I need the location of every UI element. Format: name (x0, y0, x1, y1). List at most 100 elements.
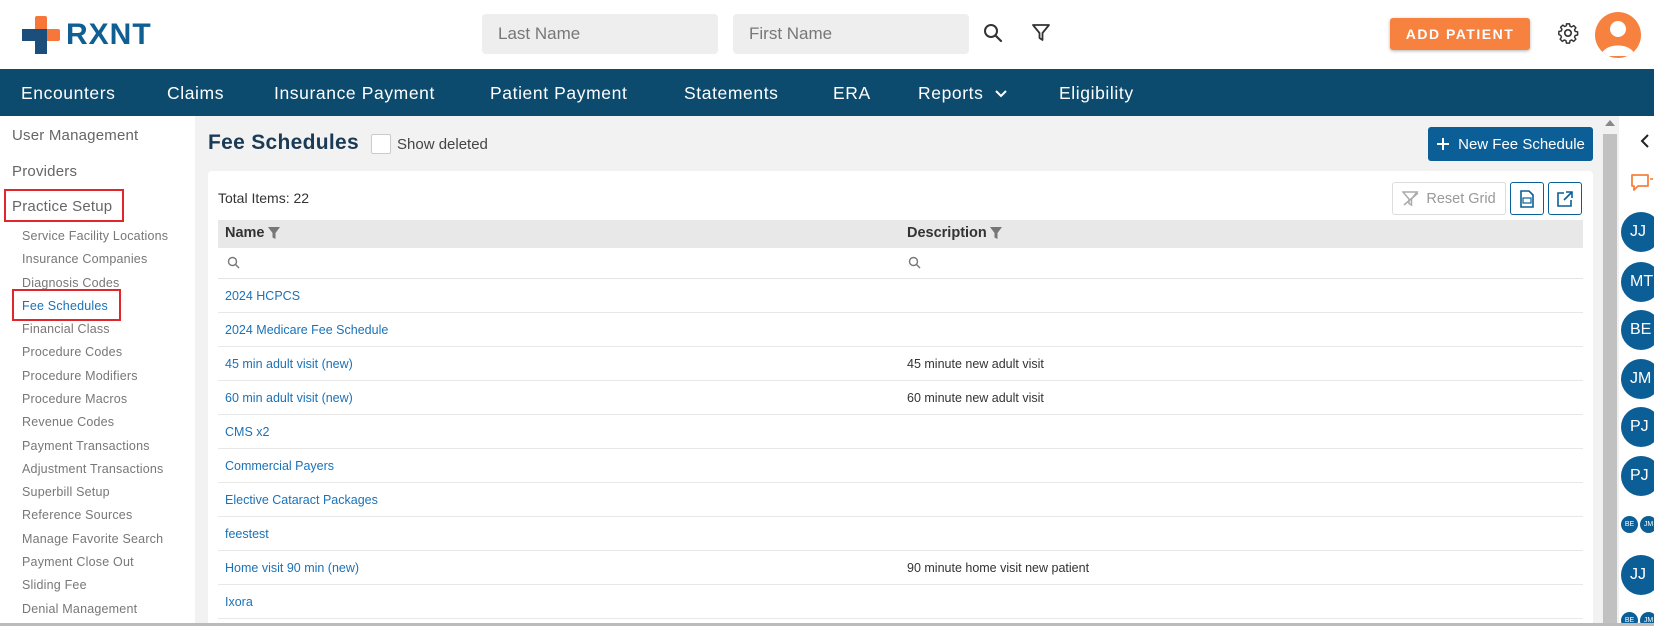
sidebar-item-fee-schedules[interactable]: Fee Schedules (22, 299, 108, 313)
main-nav: Encounters Claims Insurance Payment Pati… (0, 69, 1654, 116)
search-icon[interactable] (980, 20, 1006, 46)
table-row[interactable]: Elective Cataract Packages (218, 483, 1583, 517)
column-name-label: Name (225, 225, 265, 241)
page-title: Fee Schedules (208, 131, 359, 154)
table-row[interactable]: 60 min adult visit (new) 60 minute new ad… (218, 381, 1583, 415)
reset-grid-label: Reset Grid (1426, 190, 1496, 207)
sidebar-item-user-management[interactable]: User Management (12, 127, 138, 144)
rail-avatar[interactable]: MT (1621, 262, 1654, 302)
export-button[interactable] (1548, 182, 1582, 215)
nav-patient-payment[interactable]: Patient Payment (490, 83, 627, 104)
scroll-thumb[interactable] (1603, 134, 1617, 624)
sidebar-item-procedure-modifiers[interactable]: Procedure Modifiers (22, 369, 138, 383)
row-name-link[interactable]: 45 min adult visit (new) (225, 357, 353, 371)
sidebar-item-payment-close-out[interactable]: Payment Close Out (22, 555, 134, 569)
pdf-icon (1520, 189, 1534, 208)
sidebar-item-diagnosis-codes[interactable]: Diagnosis Codes (22, 276, 120, 290)
nav-eligibility[interactable]: Eligibility (1059, 83, 1134, 104)
row-name-link[interactable]: Home visit 90 min (new) (225, 561, 359, 575)
rail-avatar[interactable]: JM (1621, 359, 1654, 399)
nav-era[interactable]: ERA (833, 83, 871, 104)
chat-icon[interactable] (1630, 173, 1654, 195)
rail-avatar-small[interactable]: BE (1621, 516, 1638, 533)
table-row[interactable]: Home visit 90 min (new) 90 minute home vi… (218, 551, 1583, 585)
last-name-input[interactable] (482, 14, 718, 54)
sidebar-item-adjustment-transactions[interactable]: Adjustment Transactions (22, 462, 163, 476)
sidebar-item-superbill-setup[interactable]: Superbill Setup (22, 485, 110, 499)
user-avatar[interactable] (1595, 12, 1641, 58)
sidebar-item-procedure-macros[interactable]: Procedure Macros (22, 392, 127, 406)
fee-schedules-grid: Name Description 2024 HCPCS 2024 Medicar… (218, 220, 1583, 619)
logo-text: RXNT (66, 18, 152, 51)
nav-reports-label: Reports (918, 83, 984, 103)
sidebar-item-practice-setup[interactable]: Practice Setup (12, 198, 112, 215)
rail-avatar-small[interactable]: JM (1640, 516, 1654, 533)
filter-icon[interactable] (989, 226, 1003, 240)
table-row[interactable]: 45 min adult visit (new) 45 minute new ad… (218, 347, 1583, 381)
sidebar-item-manage-favorite-search[interactable]: Manage Favorite Search (22, 532, 163, 546)
row-description: 90 minute home visit new patient (907, 561, 1090, 575)
rail-avatar[interactable]: JJ (1621, 212, 1654, 252)
column-description-label: Description (907, 225, 987, 241)
rail-avatar[interactable]: PJ (1621, 407, 1654, 447)
sidebar-item-reference-sources[interactable]: Reference Sources (22, 508, 132, 522)
sidebar-item-denial-management[interactable]: Denial Management (22, 602, 137, 616)
filter-clear-icon (1402, 190, 1419, 206)
table-row[interactable]: Ixora (218, 585, 1583, 619)
show-deleted-checkbox[interactable] (371, 134, 391, 154)
add-patient-button[interactable]: ADD PATIENT (1390, 18, 1530, 50)
row-name-link[interactable]: 60 min adult visit (new) (225, 391, 353, 405)
table-row[interactable]: CMS x2 (218, 415, 1583, 449)
row-name-link[interactable]: feestest (225, 527, 269, 541)
app-header: RXNT ADD PATIENT (0, 0, 1654, 69)
sidebar-item-revenue-codes[interactable]: Revenue Codes (22, 415, 114, 429)
row-name-link[interactable]: CMS x2 (225, 425, 269, 439)
gear-icon[interactable] (1555, 20, 1581, 46)
filter-icon[interactable] (267, 226, 281, 240)
show-deleted-label[interactable]: Show deleted (397, 136, 488, 153)
nav-encounters[interactable]: Encounters (21, 83, 116, 104)
scroll-up-arrow-icon[interactable] (1605, 120, 1615, 126)
row-name-link[interactable]: 2024 Medicare Fee Schedule (225, 323, 388, 337)
chevron-down-icon (995, 89, 1008, 97)
rail-avatar[interactable]: PJ (1621, 456, 1654, 496)
export-pdf-button[interactable] (1510, 182, 1544, 215)
sidebar-item-payment-transactions[interactable]: Payment Transactions (22, 439, 150, 453)
sidebar-item-sliding-fee[interactable]: Sliding Fee (22, 578, 87, 592)
nav-reports[interactable]: Reports (918, 83, 1008, 104)
chevron-left-icon[interactable] (1640, 134, 1650, 148)
search-icon[interactable] (227, 256, 240, 269)
sidebar-item-service-facility-locations[interactable]: Service Facility Locations (22, 229, 168, 243)
sidebar-item-procedure-codes[interactable]: Procedure Codes (22, 345, 122, 359)
new-fee-schedule-button[interactable]: New Fee Schedule (1428, 127, 1593, 161)
table-row[interactable]: 2024 HCPCS (218, 279, 1583, 313)
nav-insurance-payment[interactable]: Insurance Payment (274, 83, 435, 104)
row-name-link[interactable]: 2024 HCPCS (225, 289, 300, 303)
row-name-link[interactable]: Ixora (225, 595, 253, 609)
new-fee-schedule-label: New Fee Schedule (1458, 135, 1585, 153)
column-header-name[interactable]: Name (225, 225, 281, 241)
column-header-description[interactable]: Description (907, 225, 1003, 241)
export-icon (1557, 190, 1573, 207)
sidebar-item-providers[interactable]: Providers (12, 163, 77, 180)
row-name-link[interactable]: Elective Cataract Packages (225, 493, 378, 507)
row-description: 45 minute new adult visit (907, 357, 1044, 371)
search-icon[interactable] (908, 256, 921, 269)
row-description: 60 minute new adult visit (907, 391, 1044, 405)
page-scrollbar[interactable] (1601, 116, 1619, 626)
table-row[interactable]: 2024 Medicare Fee Schedule (218, 313, 1583, 347)
table-row[interactable]: Commercial Payers (218, 449, 1583, 483)
sidebar-item-insurance-companies[interactable]: Insurance Companies (22, 252, 147, 266)
row-name-link[interactable]: Commercial Payers (225, 459, 334, 473)
sidebar-item-financial-class[interactable]: Financial Class (22, 322, 110, 336)
first-name-input[interactable] (733, 14, 969, 54)
nav-statements[interactable]: Statements (684, 83, 779, 104)
rxnt-logo[interactable]: RXNT (22, 16, 152, 54)
filter-icon[interactable] (1028, 20, 1054, 46)
table-row[interactable]: feestest (218, 517, 1583, 551)
rail-avatar[interactable]: BE (1621, 310, 1654, 350)
reset-grid-button[interactable]: Reset Grid (1392, 182, 1506, 215)
rail-avatar[interactable]: JJ (1621, 555, 1654, 595)
nav-claims[interactable]: Claims (167, 83, 224, 104)
grid-header: Name Description (218, 220, 1583, 248)
